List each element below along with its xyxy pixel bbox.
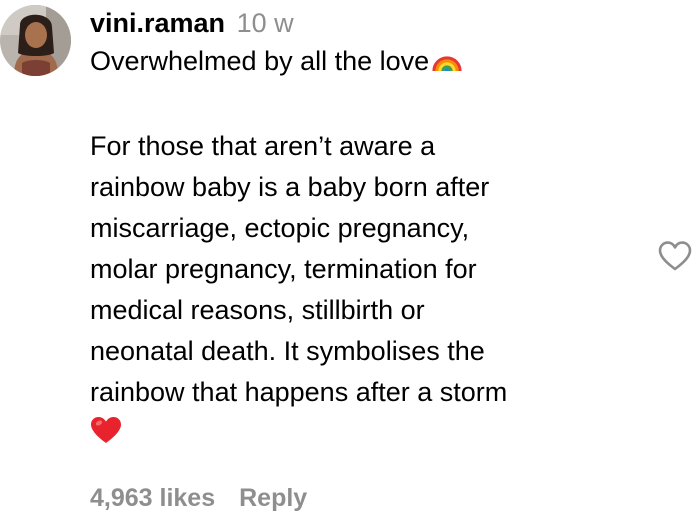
timestamp[interactable]: 10 w bbox=[237, 8, 294, 38]
comment-header: vini.raman 10 w bbox=[90, 6, 650, 40]
heart-outline-icon[interactable] bbox=[656, 238, 694, 274]
comment-line: For those that aren’t aware a bbox=[90, 131, 436, 161]
red-heart-emoji bbox=[90, 416, 122, 457]
comment-line: rainbow baby is a baby born after bbox=[90, 172, 490, 202]
comment-line: molar pregnancy, termination for bbox=[90, 254, 477, 284]
avatar[interactable] bbox=[0, 5, 71, 76]
comment-actions: 4,963 likes Reply bbox=[90, 482, 307, 514]
comment-line bbox=[90, 413, 650, 457]
comment-text: Overwhelmed by all the love For those th… bbox=[90, 41, 650, 457]
comment-line: neonatal death. It symbolises the bbox=[90, 336, 485, 366]
comment-content: vini.raman 10 w Overwhelmed by all the l… bbox=[90, 6, 650, 457]
comment: vini.raman 10 w Overwhelmed by all the l… bbox=[0, 0, 700, 514]
reply-button[interactable]: Reply bbox=[239, 484, 307, 512]
likes-count[interactable]: 4,963 likes bbox=[90, 484, 215, 512]
comment-line: medical reasons, stillbirth or bbox=[90, 295, 425, 325]
comment-line: miscarriage, ectopic pregnancy, bbox=[90, 213, 470, 243]
username[interactable]: vini.raman bbox=[90, 8, 225, 38]
avatar-photo bbox=[0, 5, 71, 76]
rainbow-emoji bbox=[431, 44, 463, 85]
comment-line: Overwhelmed by all the love bbox=[90, 41, 650, 85]
comment-line: rainbow that happens after a storm bbox=[90, 377, 508, 407]
